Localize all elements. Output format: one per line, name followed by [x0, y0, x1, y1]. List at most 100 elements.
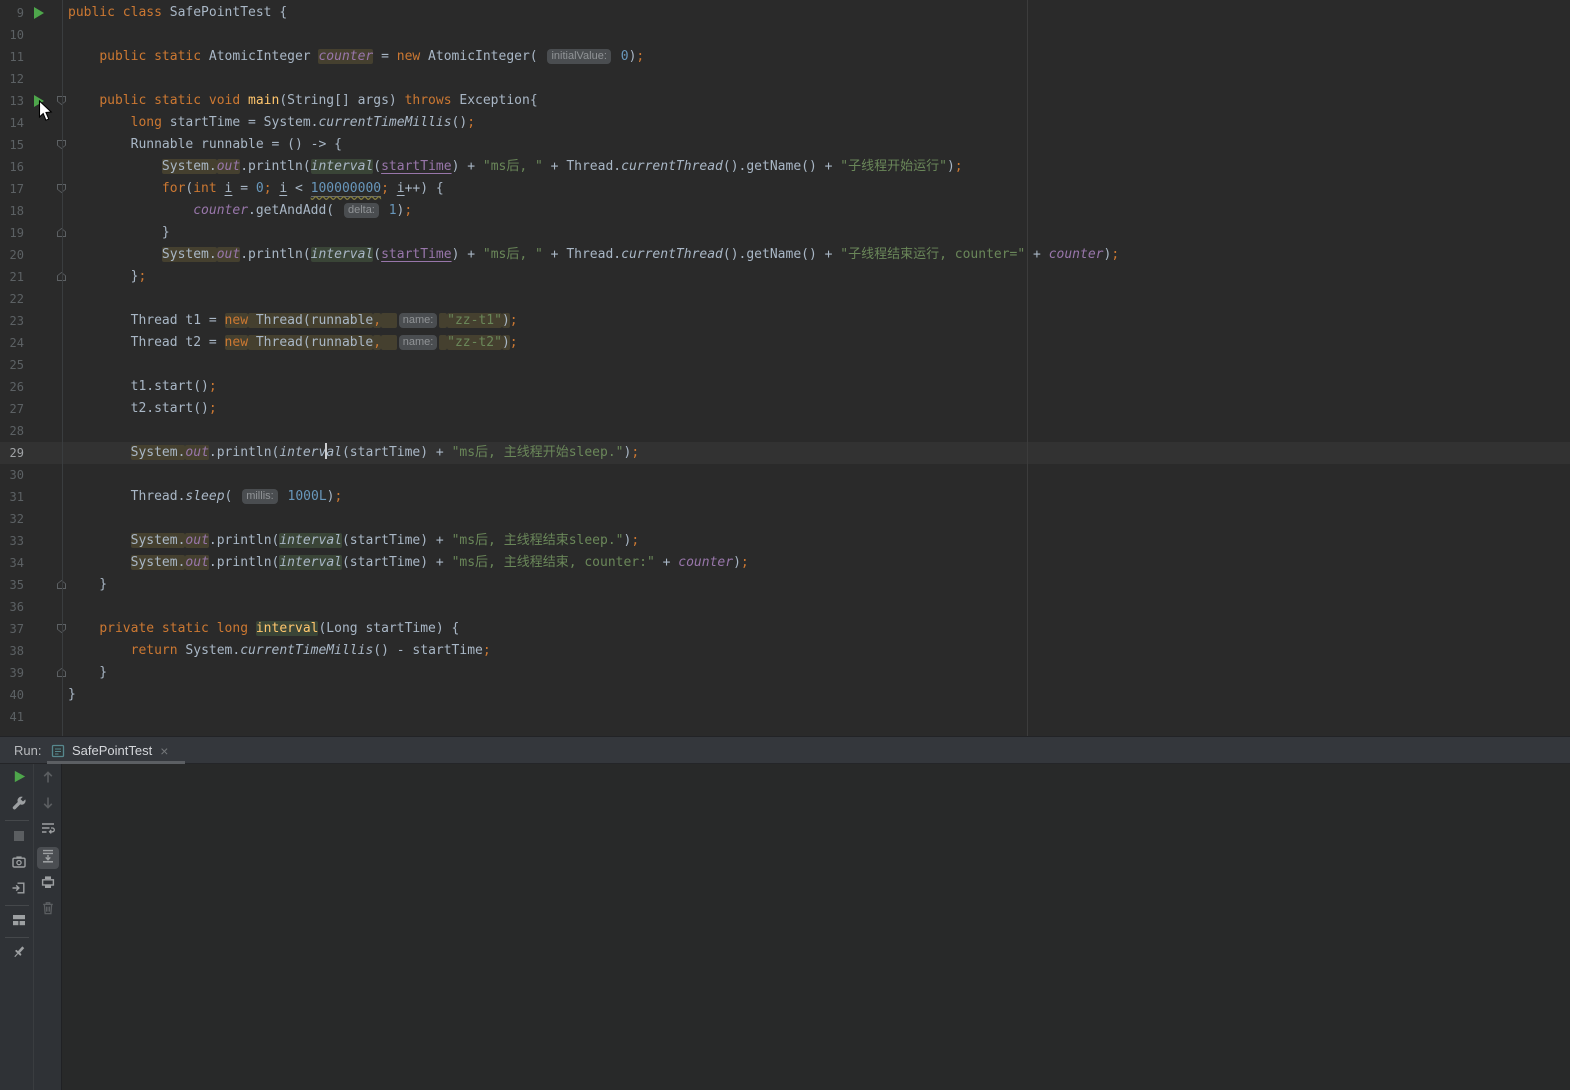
- code-line-14[interactable]: 14 long startTime = System.currentTimeMi…: [0, 112, 1570, 134]
- code-line-21[interactable]: 21 };: [0, 266, 1570, 288]
- code-line-36[interactable]: 36: [0, 596, 1570, 618]
- attach-console-button[interactable]: [8, 879, 30, 901]
- code-text: }: [68, 225, 170, 240]
- code-line-38[interactable]: 38 return System.currentTimeMillis() - s…: [0, 640, 1570, 662]
- code-line-37[interactable]: 37 private static long interval(Long sta…: [0, 618, 1570, 640]
- code-line-30[interactable]: 30: [0, 464, 1570, 486]
- code-line-24[interactable]: 24 Thread t2 = new Thread(runnable, name…: [0, 332, 1570, 354]
- run-icon: [12, 769, 27, 789]
- parameter-hint: delta:: [344, 203, 379, 218]
- run-tool-window-header: Run: SafePointTest ×: [0, 736, 1570, 764]
- wrench-icon: [11, 795, 27, 816]
- code-text: System.out.println(interval(startTime) +…: [68, 555, 749, 570]
- line-number: 37: [0, 618, 24, 640]
- stop-button[interactable]: [8, 827, 30, 849]
- line-number: 38: [0, 640, 24, 662]
- code-line-40[interactable]: 40}: [0, 684, 1570, 706]
- arrow-up-icon: [40, 769, 56, 790]
- pin-icon: [11, 944, 27, 965]
- code-line-18[interactable]: 18 counter.getAndAdd( delta: 1);: [0, 200, 1570, 222]
- line-number: 17: [0, 178, 24, 200]
- code-text: t1.start();: [68, 379, 217, 394]
- run-line-icon[interactable]: [34, 7, 44, 19]
- code-line-29[interactable]: 29 System.out.println(interval(startTime…: [0, 442, 1570, 464]
- code-text: Thread t1 = new Thread(runnable, name: "…: [68, 313, 518, 328]
- close-tab-icon[interactable]: ×: [160, 743, 168, 759]
- line-number: 12: [0, 68, 24, 90]
- code-line-22[interactable]: 22: [0, 288, 1570, 310]
- restore-layout-button[interactable]: [8, 911, 30, 933]
- line-number: 15: [0, 134, 24, 156]
- code-line-32[interactable]: 32: [0, 508, 1570, 530]
- code-text: t2.start();: [68, 401, 217, 416]
- code-line-27[interactable]: 27 t2.start();: [0, 398, 1570, 420]
- code-text: System.out.println(interval(startTime) +…: [68, 445, 639, 460]
- gutter-separator: [62, 0, 63, 736]
- code-line-9[interactable]: 9public class SafePointTest {: [0, 2, 1570, 24]
- line-number: 30: [0, 464, 24, 486]
- code-line-15[interactable]: 15 Runnable runnable = () -> {: [0, 134, 1570, 156]
- line-number: 35: [0, 574, 24, 596]
- code-line-11[interactable]: 11 public static AtomicInteger counter =…: [0, 46, 1570, 68]
- code-line-13[interactable]: 13 public static void main(String[] args…: [0, 90, 1570, 112]
- line-number: 23: [0, 310, 24, 332]
- parameter-hint: millis:: [242, 489, 278, 504]
- code-line-19[interactable]: 19 }: [0, 222, 1570, 244]
- code-editor[interactable]: 9public class SafePointTest {1011 public…: [0, 0, 1570, 736]
- exit-icon: [11, 880, 27, 901]
- code-text: }: [68, 665, 107, 680]
- pin-tab-button[interactable]: [8, 943, 30, 965]
- code-line-25[interactable]: 25: [0, 354, 1570, 376]
- scroll-to-end-button[interactable]: [37, 847, 59, 869]
- editor-lines: 9public class SafePointTest {1011 public…: [0, 2, 1570, 728]
- code-line-39[interactable]: 39 }: [0, 662, 1570, 684]
- line-number: 25: [0, 354, 24, 376]
- code-text: Runnable runnable = () -> {: [68, 137, 342, 152]
- code-line-10[interactable]: 10: [0, 24, 1570, 46]
- parameter-hint: name:: [399, 335, 438, 350]
- line-number: 33: [0, 530, 24, 552]
- code-text: public static AtomicInteger counter = ne…: [68, 49, 644, 64]
- mouse-cursor-icon: [38, 100, 53, 127]
- code-line-31[interactable]: 31 Thread.sleep( millis: 1000L);: [0, 486, 1570, 508]
- dump-threads-button[interactable]: [8, 853, 30, 875]
- camera-icon: [11, 854, 27, 875]
- code-line-41[interactable]: 41: [0, 706, 1570, 728]
- soft-wrap-icon: [40, 820, 56, 841]
- code-line-26[interactable]: 26 t1.start();: [0, 376, 1570, 398]
- line-number: 32: [0, 508, 24, 530]
- line-number: 24: [0, 332, 24, 354]
- line-number: 26: [0, 376, 24, 398]
- code-line-17[interactable]: 17 for(int i = 0; i < 100000000; i++) {: [0, 178, 1570, 200]
- code-line-28[interactable]: 28: [0, 420, 1570, 442]
- build-settings-button[interactable]: [8, 794, 30, 816]
- next-occurrence-button[interactable]: [37, 794, 59, 816]
- code-line-12[interactable]: 12: [0, 68, 1570, 90]
- code-text: System.out.println(interval(startTime) +…: [68, 159, 963, 174]
- parameter-hint: name:: [399, 313, 438, 328]
- code-line-34[interactable]: 34 System.out.println(interval(startTime…: [0, 552, 1570, 574]
- code-line-33[interactable]: 33 System.out.println(interval(startTime…: [0, 530, 1570, 552]
- code-text: for(int i = 0; i < 100000000; i++) {: [68, 181, 444, 197]
- arrow-down-icon: [40, 795, 56, 816]
- line-number: 27: [0, 398, 24, 420]
- ide-window: 9public class SafePointTest {1011 public…: [0, 0, 1570, 1090]
- code-line-16[interactable]: 16 System.out.println(interval(startTime…: [0, 156, 1570, 178]
- code-line-23[interactable]: 23 Thread t1 = new Thread(runnable, name…: [0, 310, 1570, 332]
- line-number: 22: [0, 288, 24, 310]
- printer-icon: [40, 874, 56, 895]
- print-button[interactable]: [37, 873, 59, 895]
- soft-wrap-button[interactable]: [37, 819, 59, 841]
- line-number: 9: [0, 2, 24, 24]
- toolbar-divider: [5, 937, 29, 938]
- clear-all-button[interactable]: [37, 899, 59, 921]
- code-text: }: [68, 577, 107, 592]
- rerun-button[interactable]: [8, 768, 30, 790]
- code-line-35[interactable]: 35 }: [0, 574, 1570, 596]
- code-line-20[interactable]: 20 System.out.println(interval(startTime…: [0, 244, 1570, 266]
- code-text: System.out.println(interval(startTime) +…: [68, 247, 1119, 262]
- prev-occurrence-button[interactable]: [37, 768, 59, 790]
- line-number: 10: [0, 24, 24, 46]
- run-tab-safepointtest[interactable]: SafePointTest ×: [50, 737, 168, 764]
- console-output-area[interactable]: [62, 764, 1570, 1090]
